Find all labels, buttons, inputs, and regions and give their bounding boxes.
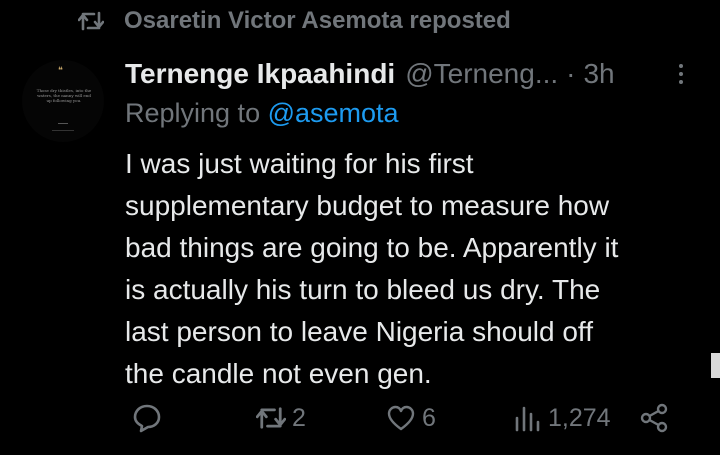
post-body-line: supplementary budget to measure how — [125, 190, 610, 221]
avatar[interactable]: ❝ Those dry thistles, into the waters, t… — [22, 60, 104, 142]
repost-indicator: Osaretin Victor Asemota reposted — [78, 6, 511, 36]
post-body-line: is actually his turn to bleed us dry. Th… — [125, 274, 601, 305]
replying-to: Replying to @asemota — [125, 98, 399, 129]
repost-icon — [78, 11, 104, 31]
repost-label[interactable]: Osaretin Victor Asemota reposted — [124, 7, 511, 35]
repost-button[interactable]: 2 — [256, 398, 306, 438]
reply-icon — [133, 404, 161, 433]
post-header: Ternenge Ikpaahindi @Terneng... · 3h — [125, 55, 615, 93]
views-chart-icon — [515, 406, 540, 432]
more-options-icon[interactable] — [670, 60, 692, 90]
post-body-line: the candle not even gen. — [125, 358, 432, 389]
post-body-line: last person to leave Nigeria should off — [125, 316, 593, 347]
avatar-quote-mark: ❝ — [58, 66, 63, 76]
header-separator: · — [566, 58, 576, 89]
replying-prefix: Replying to — [125, 98, 268, 128]
post-body-line: bad things are going to be. Apparently i… — [125, 232, 619, 263]
avatar-text: Those dry thistles, into the waters, the… — [36, 88, 92, 103]
post-body-line: I was just waiting for his first — [125, 148, 474, 179]
replying-mention-link[interactable]: @asemota — [268, 98, 399, 128]
like-count: 6 — [422, 403, 436, 432]
heart-icon — [387, 405, 415, 431]
post-timestamp[interactable]: 3h — [583, 58, 614, 90]
reply-button[interactable] — [132, 398, 168, 438]
repost-count: 2 — [292, 403, 306, 432]
like-button[interactable]: 6 — [386, 398, 436, 438]
share-icon — [640, 403, 668, 433]
views-button[interactable]: 1,274 — [512, 398, 611, 438]
avatar-divider — [58, 123, 68, 124]
author-name[interactable]: Ternenge Ikpaahindi — [125, 58, 395, 90]
avatar-divider — [52, 130, 74, 131]
scrollbar-thumb[interactable] — [711, 353, 720, 378]
post-body: I was just waiting for his first supplem… — [125, 143, 695, 395]
repost-icon — [256, 407, 286, 429]
author-handle[interactable]: @Terneng... — [405, 58, 558, 90]
share-button[interactable] — [638, 398, 670, 438]
views-count: 1,274 — [548, 403, 611, 432]
